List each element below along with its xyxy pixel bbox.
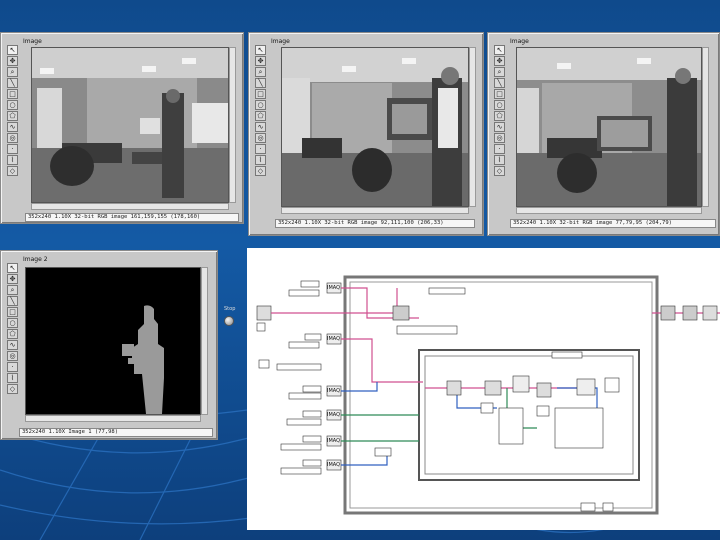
rect-icon[interactable]: □ — [494, 89, 505, 99]
line-icon[interactable]: ╲ — [7, 78, 18, 88]
image-status-bar: 352x240 1.10X 32-bit RGB image 77,79,95 … — [510, 219, 716, 228]
broken-line-icon[interactable]: ⌇ — [255, 155, 266, 165]
image-status-bar: 352x240 1.10X Image 1 (77,98) — [19, 428, 213, 437]
node-label: IMAQ — [327, 285, 340, 291]
image-toolbar: ↖ ✥ ⌕ ╲ □ ○ ⬠ ∿ ◎ · ⌇ ◇ — [7, 263, 19, 394]
line-icon[interactable]: ╲ — [255, 78, 266, 88]
freehand-icon[interactable]: ∿ — [255, 122, 266, 132]
oval-icon[interactable]: ○ — [255, 100, 266, 110]
node-label: IMAQ — [327, 388, 340, 394]
cursor-icon[interactable]: ↖ — [494, 45, 505, 55]
rect-icon[interactable]: □ — [7, 307, 18, 317]
zoom-icon[interactable]: ⌕ — [255, 67, 266, 77]
polygon-icon[interactable]: ⬠ — [7, 111, 18, 121]
polygon-icon[interactable]: ⬠ — [7, 329, 18, 339]
camera-image[interactable] — [516, 47, 702, 207]
line-icon[interactable]: ╲ — [494, 78, 505, 88]
rotated-rect-icon[interactable]: ◇ — [494, 166, 505, 176]
rect-icon[interactable]: □ — [7, 89, 18, 99]
office-scene-photo — [517, 48, 701, 206]
pan-icon[interactable]: ✥ — [7, 56, 18, 66]
oval-icon[interactable]: ○ — [7, 100, 18, 110]
horizontal-scrollbar[interactable] — [31, 203, 229, 210]
line-icon[interactable]: ╲ — [7, 296, 18, 306]
window-title: Image 2 — [23, 256, 48, 263]
point-icon[interactable]: · — [255, 144, 266, 154]
annulus-icon[interactable]: ◎ — [255, 133, 266, 143]
right-node-icons — [660, 305, 718, 321]
point-icon[interactable]: · — [7, 144, 18, 154]
image-status-bar: 352x240 1.10X 32-bit RGB image 92,111,10… — [275, 219, 475, 228]
camera-image[interactable] — [281, 47, 469, 207]
pan-icon[interactable]: ✥ — [255, 56, 266, 66]
horizontal-scrollbar[interactable] — [25, 415, 201, 422]
oval-icon[interactable]: ○ — [494, 100, 505, 110]
freehand-icon[interactable]: ∿ — [7, 340, 18, 350]
freehand-icon[interactable]: ∿ — [494, 122, 505, 132]
stop-button[interactable] — [224, 316, 234, 326]
block-diagram-canvas: IMAQ IMAQ IMAQ IMAQ IMAQ IMAQ — [256, 275, 720, 515]
office-scene-photo — [282, 48, 468, 206]
cursor-icon[interactable]: ↖ — [7, 263, 18, 273]
horizontal-scrollbar[interactable] — [281, 207, 469, 214]
vertical-scrollbar[interactable] — [229, 47, 236, 203]
node-label: IMAQ — [327, 462, 340, 468]
annulus-icon[interactable]: ◎ — [494, 133, 505, 143]
foreground-silhouette — [26, 268, 200, 414]
pan-icon[interactable]: ✥ — [494, 56, 505, 66]
polygon-icon[interactable]: ⬠ — [494, 111, 505, 121]
rotated-rect-icon[interactable]: ◇ — [7, 166, 18, 176]
image-toolbar: ↖ ✥ ⌕ ╲ □ ○ ⬠ ∿ ◎ · ⌇ ◇ — [255, 45, 267, 176]
image-window-2: Image ↖ ✥ ⌕ ╲ □ ○ ⬠ ∿ ◎ · ⌇ ◇ 352x240 1.… — [248, 32, 484, 236]
freehand-icon[interactable]: ∿ — [7, 122, 18, 132]
rotated-rect-icon[interactable]: ◇ — [7, 384, 18, 394]
left-controls — [256, 280, 342, 475]
vertical-scrollbar[interactable] — [201, 267, 208, 415]
polygon-icon[interactable]: ⬠ — [255, 111, 266, 121]
image-toolbar: ↖ ✥ ⌕ ╲ □ ○ ⬠ ∿ ◎ · ⌇ ◇ — [7, 45, 19, 176]
point-icon[interactable]: · — [494, 144, 505, 154]
annulus-icon[interactable]: ◎ — [7, 133, 18, 143]
zoom-icon[interactable]: ⌕ — [7, 285, 18, 295]
cursor-icon[interactable]: ↖ — [255, 45, 266, 55]
point-icon[interactable]: · — [7, 362, 18, 372]
zoom-icon[interactable]: ⌕ — [7, 67, 18, 77]
annulus-icon[interactable]: ◎ — [7, 351, 18, 361]
image-status-bar: 352x240 1.10X 32-bit RGB image 161,159,1… — [25, 213, 239, 222]
node-label: IMAQ — [327, 412, 340, 418]
horizontal-scrollbar[interactable] — [516, 207, 702, 214]
broken-line-icon[interactable]: ⌇ — [7, 155, 18, 165]
zoom-icon[interactable]: ⌕ — [494, 67, 505, 77]
office-scene-photo — [32, 48, 228, 202]
vertical-scrollbar[interactable] — [702, 47, 709, 207]
broken-line-icon[interactable]: ⌇ — [7, 373, 18, 383]
window-title: Image — [23, 38, 42, 45]
node-label: IMAQ — [327, 438, 340, 444]
stop-label: Stop — [224, 306, 236, 312]
pan-icon[interactable]: ✥ — [7, 274, 18, 284]
camera-image[interactable] — [31, 47, 229, 203]
oval-icon[interactable]: ○ — [7, 318, 18, 328]
broken-line-icon[interactable]: ⌇ — [494, 155, 505, 165]
inner-nodes — [374, 287, 620, 512]
image-toolbar: ↖ ✥ ⌕ ╲ □ ○ ⬠ ∿ ◎ · ⌇ ◇ — [494, 45, 506, 176]
vertical-scrollbar[interactable] — [469, 47, 476, 207]
cursor-icon[interactable]: ↖ — [7, 45, 18, 55]
window-title: Image — [271, 38, 290, 45]
rotated-rect-icon[interactable]: ◇ — [255, 166, 266, 176]
image-window-1: Image ↖ ✥ ⌕ ╲ □ ○ ⬠ ∿ ◎ · ⌇ ◇ 352x240 1.… — [0, 32, 244, 224]
image-window-mask: Image 2 ↖ ✥ ⌕ ╲ □ ○ ⬠ ∿ ◎ · ⌇ ◇ 352x240 … — [0, 250, 218, 440]
node-label: IMAQ — [327, 336, 340, 342]
mask-image[interactable] — [25, 267, 201, 415]
window-title: Image — [510, 38, 529, 45]
image-window-3: Image ↖ ✥ ⌕ ╲ □ ○ ⬠ ∿ ◎ · ⌇ ◇ 352x240 1.… — [487, 32, 720, 236]
rect-icon[interactable]: □ — [255, 89, 266, 99]
labview-block-diagram[interactable]: IMAQ IMAQ IMAQ IMAQ IMAQ IMAQ — [247, 248, 720, 530]
